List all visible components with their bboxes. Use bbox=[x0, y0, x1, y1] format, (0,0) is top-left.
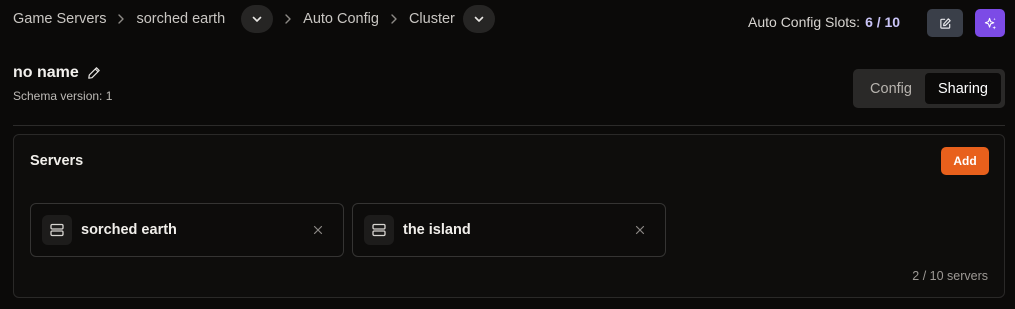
edit-config-button[interactable] bbox=[927, 9, 963, 37]
chevron-down-icon bbox=[474, 16, 484, 22]
breadcrumb-auto-config[interactable]: Auto Config bbox=[303, 11, 379, 27]
sparkle-icon bbox=[984, 17, 996, 30]
server-item: the island bbox=[352, 203, 666, 257]
breadcrumb-cluster[interactable]: Cluster bbox=[409, 11, 455, 27]
server-name: sorched earth bbox=[81, 222, 177, 238]
server-list: sorched earth the island bbox=[30, 203, 674, 257]
slots-label: Auto Config Slots: bbox=[748, 14, 861, 30]
pencil-icon[interactable] bbox=[87, 66, 101, 80]
servers-title: Servers bbox=[30, 153, 84, 169]
server-icon bbox=[42, 215, 72, 245]
breadcrumb: Game Servers sorched earth Auto Config C… bbox=[13, 5, 495, 33]
config-name: no name bbox=[13, 64, 79, 81]
server-name: the island bbox=[403, 222, 471, 238]
divider bbox=[13, 125, 1005, 126]
close-icon[interactable] bbox=[633, 223, 647, 237]
chevron-right-icon bbox=[379, 13, 409, 25]
schema-version: Schema version: 1 bbox=[13, 89, 113, 103]
add-server-button[interactable]: Add bbox=[941, 147, 989, 175]
servers-card: Servers Add sorched earth the island 2 /… bbox=[13, 134, 1005, 298]
ai-assist-button[interactable] bbox=[975, 9, 1005, 37]
breadcrumb-game-servers[interactable]: Game Servers bbox=[13, 11, 106, 27]
server-switcher-button[interactable] bbox=[241, 5, 274, 33]
auto-config-slots: Auto Config Slots: 6 / 10 bbox=[748, 14, 900, 30]
tab-sharing[interactable]: Sharing bbox=[925, 73, 1001, 104]
server-item: sorched earth bbox=[30, 203, 344, 257]
top-bar: Game Servers sorched earth Auto Config C… bbox=[0, 0, 1015, 40]
close-icon[interactable] bbox=[311, 223, 325, 237]
slots-count: 6 / 10 bbox=[865, 14, 901, 30]
server-count: 2 / 10 servers bbox=[912, 269, 988, 283]
config-title: no name bbox=[13, 64, 101, 82]
chevron-right-icon bbox=[106, 13, 136, 25]
chevron-right-icon bbox=[273, 13, 303, 25]
tab-config[interactable]: Config bbox=[857, 73, 925, 104]
pencil-square-icon bbox=[939, 17, 951, 29]
chevron-down-icon bbox=[252, 16, 262, 22]
view-toggle: Config Sharing bbox=[853, 69, 1005, 108]
server-icon bbox=[364, 215, 394, 245]
breadcrumb-server[interactable]: sorched earth bbox=[136, 11, 225, 27]
cluster-switcher-button[interactable] bbox=[462, 5, 495, 33]
